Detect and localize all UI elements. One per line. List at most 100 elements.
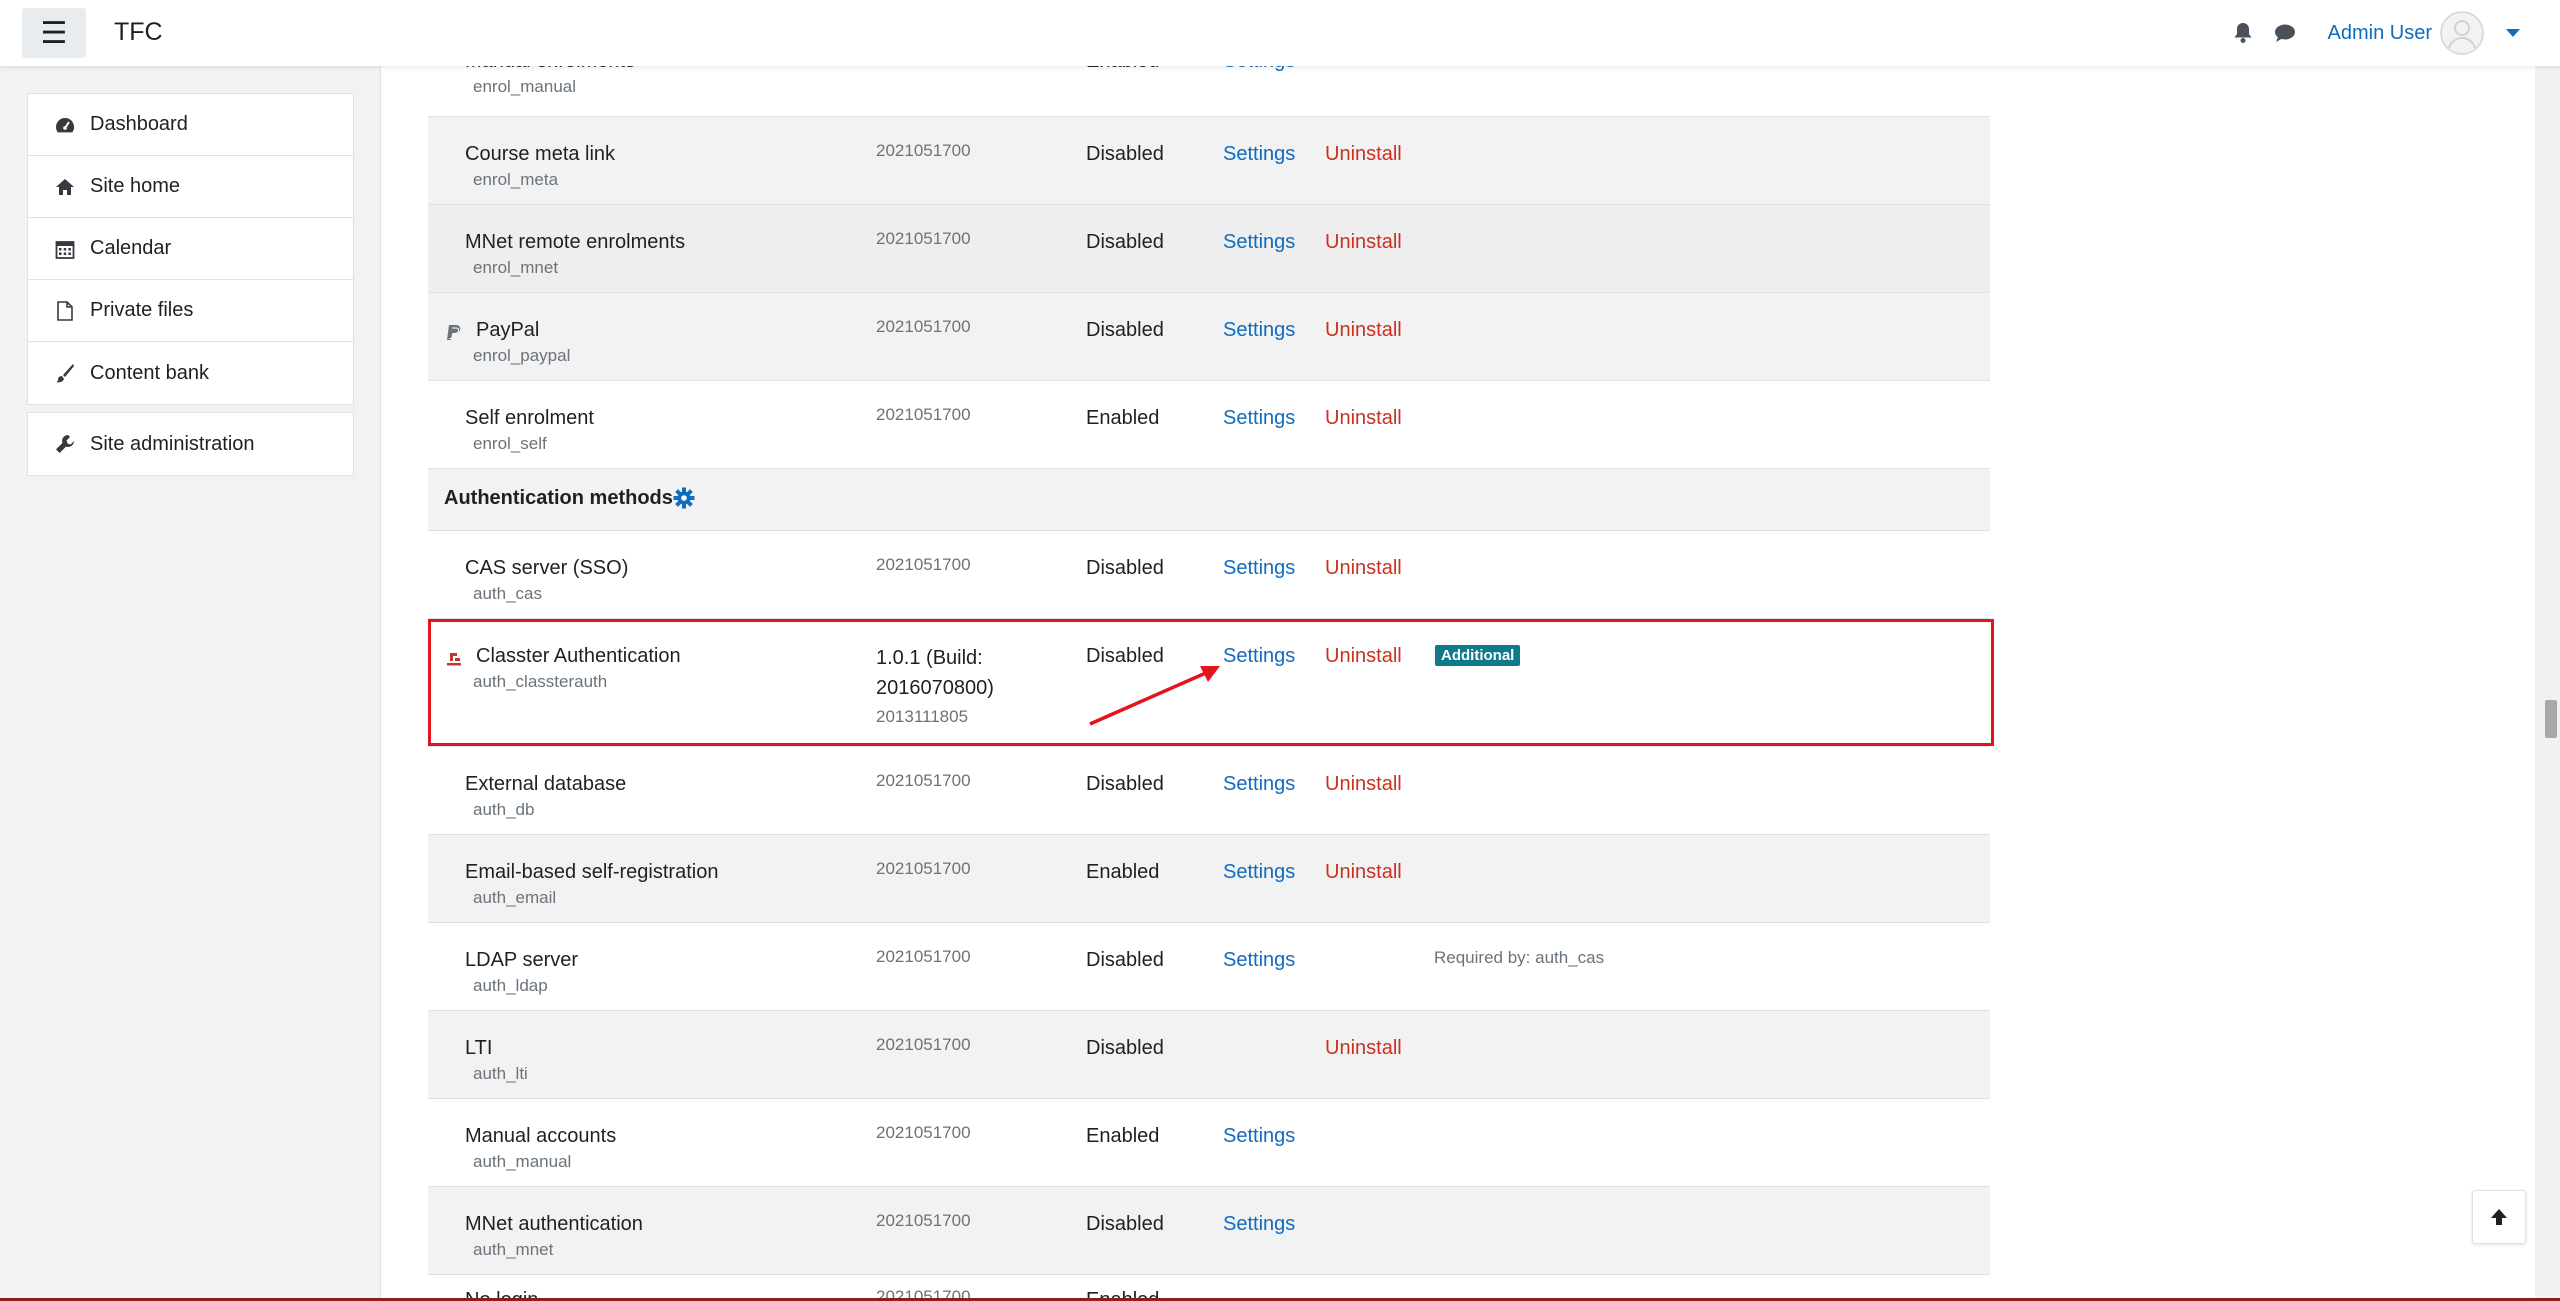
plugin-uninstall-link[interactable]: Uninstall bbox=[1325, 557, 1402, 580]
plugin-settings-link[interactable]: Settings bbox=[1223, 143, 1295, 166]
plugin-status: Disabled bbox=[1086, 143, 1164, 165]
plugin-version: 1.0.1 (Build: 2016070800) bbox=[876, 647, 994, 699]
plugin-version: 2021051700 bbox=[876, 141, 971, 160]
user-avatar[interactable] bbox=[2440, 11, 2484, 55]
sidebar-item-label: Site administration bbox=[90, 432, 255, 455]
plugin-component: auth_lti bbox=[473, 1064, 528, 1083]
plugin-component: auth_ldap bbox=[473, 976, 548, 995]
plugin-name: Course meta link bbox=[465, 143, 616, 165]
plugin-version: 2021051700 bbox=[876, 771, 971, 790]
plugin-version: 2021051700 bbox=[876, 1211, 971, 1230]
sidebar-item-dashboard[interactable]: Dashboard bbox=[28, 94, 353, 156]
home-icon bbox=[54, 176, 76, 198]
sidebar-item-calendar[interactable]: Calendar bbox=[28, 218, 353, 280]
plugin-status: Disabled bbox=[1086, 1213, 1164, 1235]
top-navbar: ☰ TFC Admin User bbox=[0, 0, 2560, 66]
sidebar-item-content-bank[interactable]: Content bank bbox=[28, 342, 353, 404]
wrench-icon bbox=[54, 433, 76, 455]
additional-badge: Additional bbox=[1435, 645, 1521, 666]
table-row: External database auth_db 2021051700 Dis… bbox=[428, 746, 1990, 834]
plugin-uninstall-link[interactable]: Uninstall bbox=[1325, 645, 1402, 668]
plugin-uninstall-link[interactable]: Uninstall bbox=[1325, 1037, 1402, 1060]
sidebar-item-site-home[interactable]: Site home bbox=[28, 156, 353, 218]
plugin-settings-link[interactable]: Settings bbox=[1223, 407, 1295, 430]
table-row: Email-based self-registration auth_email… bbox=[428, 834, 1990, 922]
plugin-status: Disabled bbox=[1086, 557, 1164, 579]
plugin-name: Email-based self-registration bbox=[465, 861, 719, 883]
table-row: LDAP server auth_ldap 2021051700 Disable… bbox=[428, 922, 1990, 1010]
plugin-component: auth_email bbox=[473, 888, 557, 907]
table-row: PayPal enrol_paypal 2021051700 Disabled … bbox=[428, 292, 1990, 380]
plugin-status: Disabled bbox=[1086, 773, 1164, 795]
plugin-version: 2021051700 bbox=[876, 555, 971, 574]
user-menu-name[interactable]: Admin User bbox=[2328, 22, 2432, 45]
plugin-version: 2021051700 bbox=[876, 405, 971, 424]
table-row: CAS server (SSO) auth_cas 2021051700 Dis… bbox=[428, 530, 1990, 618]
plugin-uninstall-link[interactable]: Uninstall bbox=[1325, 231, 1402, 254]
nav-primary-block: Dashboard Site home Calendar Private fil… bbox=[27, 93, 354, 405]
table-row: No login 2021051700 Enabled bbox=[428, 1274, 1990, 1301]
plugin-uninstall-link[interactable]: Uninstall bbox=[1325, 407, 1402, 430]
page-scrollbar-track[interactable] bbox=[2535, 66, 2560, 1301]
file-icon bbox=[54, 300, 76, 322]
plugin-status: Disabled bbox=[1086, 231, 1164, 253]
plugin-name: Self enrolment bbox=[465, 407, 594, 429]
plugin-name: Classter Authentication bbox=[476, 645, 681, 667]
plugin-name: LDAP server bbox=[465, 949, 579, 971]
plugin-settings-link[interactable]: Settings bbox=[1223, 773, 1295, 796]
nav-admin-block: Site administration bbox=[27, 412, 354, 476]
plugin-version: 2021051700 bbox=[876, 229, 971, 248]
plugin-component: auth_db bbox=[473, 800, 535, 819]
plugin-version: 2021051700 bbox=[876, 859, 971, 878]
gear-icon[interactable] bbox=[673, 487, 695, 509]
sidebar-item-label: Private files bbox=[90, 299, 194, 321]
section-header-auth: Authentication methods bbox=[428, 468, 1990, 530]
plugin-uninstall-link[interactable]: Uninstall bbox=[1325, 773, 1402, 796]
plugin-component: auth_classterauth bbox=[473, 672, 608, 691]
plugin-component: enrol_manual bbox=[473, 77, 577, 96]
plugin-uninstall-link[interactable]: Uninstall bbox=[1325, 143, 1402, 166]
plugin-settings-link[interactable]: Settings bbox=[1223, 861, 1295, 884]
plugin-settings-link[interactable]: Settings bbox=[1223, 949, 1295, 972]
caret-down-icon[interactable] bbox=[2506, 29, 2520, 37]
plugin-uninstall-link[interactable]: Uninstall bbox=[1325, 861, 1402, 884]
plugin-component: auth_manual bbox=[473, 1152, 572, 1171]
table-row: Course meta link enrol_meta 2021051700 D… bbox=[428, 116, 1990, 204]
plugin-component: enrol_self bbox=[473, 434, 547, 453]
plugin-settings-link[interactable]: Settings bbox=[1223, 231, 1295, 254]
comment-icon[interactable] bbox=[2268, 16, 2302, 50]
plugin-settings-link[interactable]: Settings bbox=[1223, 1213, 1295, 1236]
sidebar-item-label: Dashboard bbox=[90, 113, 188, 135]
plugin-component: enrol_paypal bbox=[473, 346, 571, 365]
plugin-version: 2021051700 bbox=[876, 317, 971, 336]
plugin-logo-icon bbox=[447, 653, 461, 666]
table-row: Self enrolment enrol_self 2021051700 Ena… bbox=[428, 380, 1990, 468]
navbar-user-area: Admin User bbox=[2226, 8, 2520, 58]
plugin-status: Disabled bbox=[1086, 1037, 1164, 1059]
sidebar-item-label: Site home bbox=[90, 175, 181, 197]
page-scrollbar-thumb[interactable] bbox=[2545, 700, 2557, 738]
sidebar-item-site-administration[interactable]: Site administration bbox=[28, 413, 353, 475]
plugin-component: enrol_meta bbox=[473, 170, 559, 189]
plugin-required-by: Required by: auth_cas bbox=[1434, 948, 1605, 967]
plugin-name: MNet remote enrolments bbox=[465, 231, 686, 253]
plugin-status: Enabled bbox=[1086, 861, 1160, 883]
plugin-settings-link[interactable]: Settings bbox=[1223, 645, 1295, 668]
site-brand[interactable]: TFC bbox=[114, 18, 163, 47]
plugin-name: CAS server (SSO) bbox=[465, 557, 629, 579]
plugin-name: LTI bbox=[465, 1037, 493, 1059]
plugin-settings-link[interactable]: Settings bbox=[1223, 557, 1295, 580]
plugin-settings-link[interactable]: Settings bbox=[1223, 319, 1295, 342]
nav-drawer: Dashboard Site home Calendar Private fil… bbox=[0, 66, 380, 1301]
plugin-uninstall-link[interactable]: Uninstall bbox=[1325, 319, 1402, 342]
plugin-status: Disabled bbox=[1086, 319, 1164, 341]
tachometer-icon bbox=[54, 114, 76, 136]
back-to-top-button[interactable] bbox=[2472, 1190, 2526, 1244]
bell-icon[interactable] bbox=[2226, 16, 2260, 50]
plugin-version: 2021051700 bbox=[876, 1035, 971, 1054]
paint-brush-icon bbox=[54, 362, 76, 384]
menu-toggle-button[interactable]: ☰ bbox=[22, 8, 86, 58]
plugin-settings-link[interactable]: Settings bbox=[1223, 1125, 1295, 1148]
sidebar-item-private-files[interactable]: Private files bbox=[28, 280, 353, 342]
plugin-name: External database bbox=[465, 773, 627, 795]
